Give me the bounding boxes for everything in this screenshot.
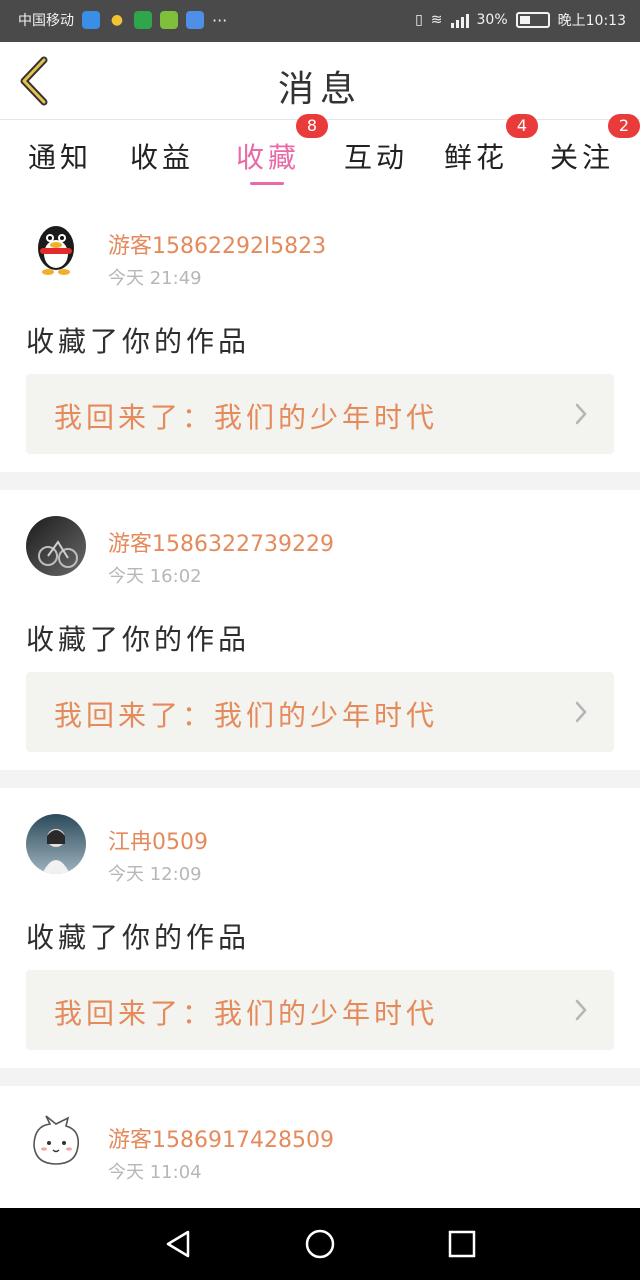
chevron-right-icon (575, 999, 587, 1021)
work-title: 我回来了：我们的少年时代 (54, 699, 439, 732)
page-title: 消息 (277, 69, 362, 110)
tab-flowers-badge: 4 (506, 114, 538, 138)
action-text: 收藏了你的作品 (26, 325, 251, 358)
chevron-right-icon (575, 403, 587, 425)
system-nav-bar (0, 1208, 640, 1280)
timestamp: 今天 11:04 (108, 1162, 202, 1183)
signal-icon (450, 12, 469, 28)
tab-following[interactable]: 关注 (550, 136, 614, 176)
avatar[interactable] (26, 218, 86, 278)
battery-percent: 30% (476, 12, 508, 28)
divider (0, 1068, 640, 1086)
more-notifications-icon: ··· (212, 10, 228, 30)
chevron-right-icon (575, 701, 587, 723)
battery-icon (515, 12, 550, 28)
timestamp: 今天 12:09 (108, 864, 202, 885)
status-bar: 中国移动 ● ··· ▯ ≋ 30% 晚上10:13 (0, 0, 640, 42)
avatar[interactable] (26, 516, 86, 576)
shield-icon (82, 11, 100, 29)
clock: 晚上10:13 (557, 13, 626, 29)
home-circle-icon[interactable] (302, 1226, 338, 1262)
avatar[interactable] (26, 1112, 86, 1172)
play-icon (160, 11, 178, 29)
divider (0, 472, 640, 490)
user-name[interactable]: 游客1586917428509 (108, 1122, 334, 1154)
tab-interactions[interactable]: 互动 (344, 136, 408, 176)
tab-bar: 通知 收益 收藏 8 互动 鲜花 4 关注 2 (0, 114, 640, 192)
photo-avatar-icon (38, 540, 78, 568)
list-item: 游客15862292l5823 今天 21:49 收藏了你的作品 我回来了：我们… (0, 192, 640, 472)
active-tab-indicator (250, 182, 284, 185)
tab-favorites[interactable]: 收藏 (236, 136, 300, 176)
tab-earnings[interactable]: 收益 (130, 136, 194, 176)
tab-flowers[interactable]: 鲜花 (444, 136, 508, 176)
carrier-label: 中国移动 (18, 13, 74, 29)
work-title: 我回来了：我们的少年时代 (54, 997, 439, 1030)
action-text: 收藏了你的作品 (26, 921, 251, 954)
work-title: 我回来了：我们的少年时代 (54, 401, 439, 434)
book-icon (134, 11, 152, 29)
action-text: 收藏了你的作品 (26, 623, 251, 656)
header: 消息 (0, 42, 640, 120)
avatar[interactable] (26, 814, 86, 874)
ring-icon (186, 11, 204, 29)
bulb-icon: ● (110, 12, 124, 28)
user-name[interactable]: 江冉0509 (108, 824, 208, 856)
list-item: 江冉0509 今天 12:09 收藏了你的作品 我回来了：我们的少年时代 (0, 788, 640, 1068)
tab-notifications[interactable]: 通知 (28, 136, 92, 176)
divider (0, 770, 640, 788)
qq-penguin-icon (38, 226, 74, 275)
back-triangle-icon[interactable] (160, 1226, 196, 1262)
photo-avatar-icon (42, 829, 70, 874)
work-link[interactable]: 我回来了：我们的少年时代 (26, 672, 614, 752)
timestamp: 今天 21:49 (108, 268, 202, 289)
list-item: 游客1586917428509 今天 11:04 (0, 1086, 640, 1208)
recent-square-icon[interactable] (444, 1226, 480, 1262)
tab-favorites-badge: 8 (296, 114, 328, 138)
work-link[interactable]: 我回来了：我们的少年时代 (26, 970, 614, 1050)
tab-following-badge: 2 (608, 114, 640, 138)
timestamp: 今天 16:02 (108, 566, 202, 587)
cartoon-cat-icon (33, 1115, 80, 1165)
work-link[interactable]: 我回来了：我们的少年时代 (26, 374, 614, 454)
list-item: 游客1586322739229 今天 16:02 收藏了你的作品 我回来了：我们… (0, 490, 640, 770)
user-name[interactable]: 游客1586322739229 (108, 526, 334, 558)
wifi-icon: ≋ (430, 12, 443, 28)
user-name[interactable]: 游客15862292l5823 (108, 228, 326, 260)
vibrate-icon: ▯ (415, 12, 423, 28)
